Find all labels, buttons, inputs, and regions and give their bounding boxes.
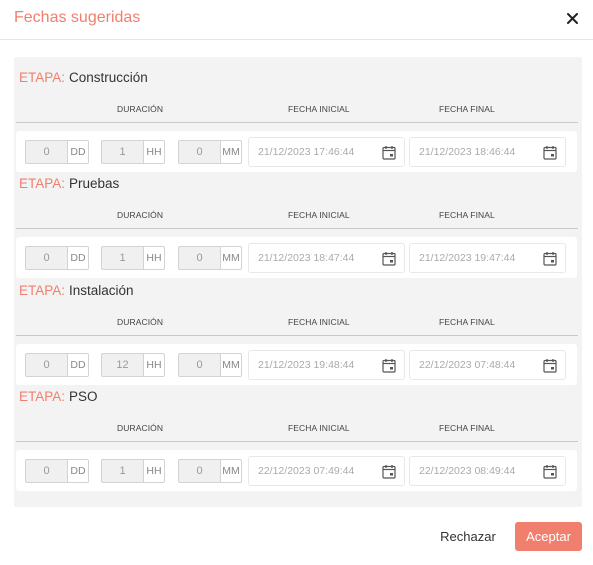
end-date-value: 21/12/2023 18:46:44 <box>419 146 516 158</box>
start-date-value: 22/12/2023 07:49:44 <box>258 465 355 477</box>
days-unit: DD <box>67 353 89 377</box>
hours-unit: HH <box>143 459 165 483</box>
hours-field: 1 HH <box>101 246 165 270</box>
start-date-header: FECHA INICIAL <box>288 210 350 220</box>
end-date-value: 22/12/2023 08:49:44 <box>419 465 516 477</box>
stage-prefix: ETAPA: <box>19 389 66 404</box>
close-icon[interactable] <box>565 10 579 26</box>
days-field: 0 DD <box>25 353 89 377</box>
stages-panel: ETAPA: Construcción DURACIÓN FECHA INICIA… <box>14 57 582 507</box>
end-date-header: FECHA FINAL <box>439 104 495 114</box>
divider <box>16 228 578 229</box>
end-date-value: 21/12/2023 19:47:44 <box>419 252 516 264</box>
start-date-picker[interactable]: 22/12/2023 07:49:44 <box>248 456 405 486</box>
stage-name: Construcción <box>69 70 148 85</box>
hours-input[interactable]: 1 <box>101 140 143 164</box>
minutes-unit: MM <box>220 459 242 483</box>
calendar-icon[interactable] <box>543 145 557 160</box>
end-date-picker[interactable]: 21/12/2023 19:47:44 <box>409 243 566 273</box>
days-field: 0 DD <box>25 459 89 483</box>
stage-label: ETAPA: PSO <box>19 389 98 404</box>
calendar-icon[interactable] <box>382 464 396 479</box>
stage-section: ETAPA: Instalación DURACIÓN FECHA INICIAL… <box>14 270 582 385</box>
start-date-header: FECHA INICIAL <box>288 423 350 433</box>
duration-header: DURACIÓN <box>117 210 164 220</box>
minutes-field: 0 MM <box>178 353 242 377</box>
days-unit: DD <box>67 140 89 164</box>
divider <box>16 335 578 336</box>
days-unit: DD <box>67 459 89 483</box>
days-input[interactable]: 0 <box>25 459 67 483</box>
minutes-unit: MM <box>220 246 242 270</box>
end-date-picker[interactable]: 22/12/2023 08:49:44 <box>409 456 566 486</box>
minutes-field: 0 MM <box>178 459 242 483</box>
days-unit: DD <box>67 246 89 270</box>
days-input[interactable]: 0 <box>25 246 67 270</box>
end-date-value: 22/12/2023 07:48:44 <box>419 359 516 371</box>
divider <box>16 122 578 123</box>
calendar-icon[interactable] <box>543 251 557 266</box>
minutes-unit: MM <box>220 353 242 377</box>
start-date-value: 21/12/2023 18:47:44 <box>258 252 355 264</box>
stage-name: Pruebas <box>69 176 120 191</box>
minutes-input[interactable]: 0 <box>178 246 220 270</box>
stage-row: 0 DD 1 HH 0 MM 22/12/2023 07:49:44 22/12/20… <box>16 450 577 491</box>
calendar-icon[interactable] <box>543 464 557 479</box>
minutes-input[interactable]: 0 <box>178 140 220 164</box>
stage-section: ETAPA: PSO DURACIÓN FECHA INICIAL FECHA F… <box>14 376 582 491</box>
stage-label: ETAPA: Pruebas <box>19 176 119 191</box>
dialog-header: Fechas sugeridas <box>0 0 593 40</box>
calendar-icon[interactable] <box>382 145 396 160</box>
hours-input[interactable]: 12 <box>101 353 143 377</box>
stage-prefix: ETAPA: <box>19 70 66 85</box>
stage-name: Instalación <box>69 283 134 298</box>
hours-field: 1 HH <box>101 140 165 164</box>
reject-button[interactable]: Rechazar <box>432 522 504 551</box>
days-field: 0 DD <box>25 246 89 270</box>
start-date-value: 21/12/2023 19:48:44 <box>258 359 355 371</box>
start-date-picker[interactable]: 21/12/2023 18:47:44 <box>248 243 405 273</box>
minutes-input[interactable]: 0 <box>178 459 220 483</box>
days-input[interactable]: 0 <box>25 353 67 377</box>
minutes-unit: MM <box>220 140 242 164</box>
stage-label: ETAPA: Instalación <box>19 283 134 298</box>
hours-input[interactable]: 1 <box>101 459 143 483</box>
duration-header: DURACIÓN <box>117 317 164 327</box>
start-date-value: 21/12/2023 17:46:44 <box>258 146 355 158</box>
days-input[interactable]: 0 <box>25 140 67 164</box>
end-date-header: FECHA FINAL <box>439 317 495 327</box>
dialog-title: Fechas sugeridas <box>14 9 141 26</box>
duration-header: DURACIÓN <box>117 423 164 433</box>
accept-button[interactable]: Aceptar <box>515 522 582 551</box>
start-date-header: FECHA INICIAL <box>288 104 350 114</box>
hours-field: 1 HH <box>101 459 165 483</box>
end-date-header: FECHA FINAL <box>439 423 495 433</box>
stage-section: ETAPA: Construcción DURACIÓN FECHA INICIA… <box>14 57 582 172</box>
calendar-icon[interactable] <box>382 358 396 373</box>
stage-name: PSO <box>69 389 98 404</box>
minutes-field: 0 MM <box>178 246 242 270</box>
calendar-icon[interactable] <box>543 358 557 373</box>
divider <box>16 441 578 442</box>
stage-label: ETAPA: Construcción <box>19 70 148 85</box>
hours-input[interactable]: 1 <box>101 246 143 270</box>
stage-prefix: ETAPA: <box>19 176 66 191</box>
start-date-header: FECHA INICIAL <box>288 317 350 327</box>
end-date-header: FECHA FINAL <box>439 210 495 220</box>
hours-field: 12 HH <box>101 353 165 377</box>
stage-prefix: ETAPA: <box>19 283 66 298</box>
hours-unit: HH <box>143 353 165 377</box>
minutes-input[interactable]: 0 <box>178 353 220 377</box>
duration-header: DURACIÓN <box>117 104 164 114</box>
hours-unit: HH <box>143 246 165 270</box>
hours-unit: HH <box>143 140 165 164</box>
days-field: 0 DD <box>25 140 89 164</box>
calendar-icon[interactable] <box>382 251 396 266</box>
minutes-field: 0 MM <box>178 140 242 164</box>
stage-section: ETAPA: Pruebas DURACIÓN FECHA INICIAL FEC… <box>14 163 582 278</box>
